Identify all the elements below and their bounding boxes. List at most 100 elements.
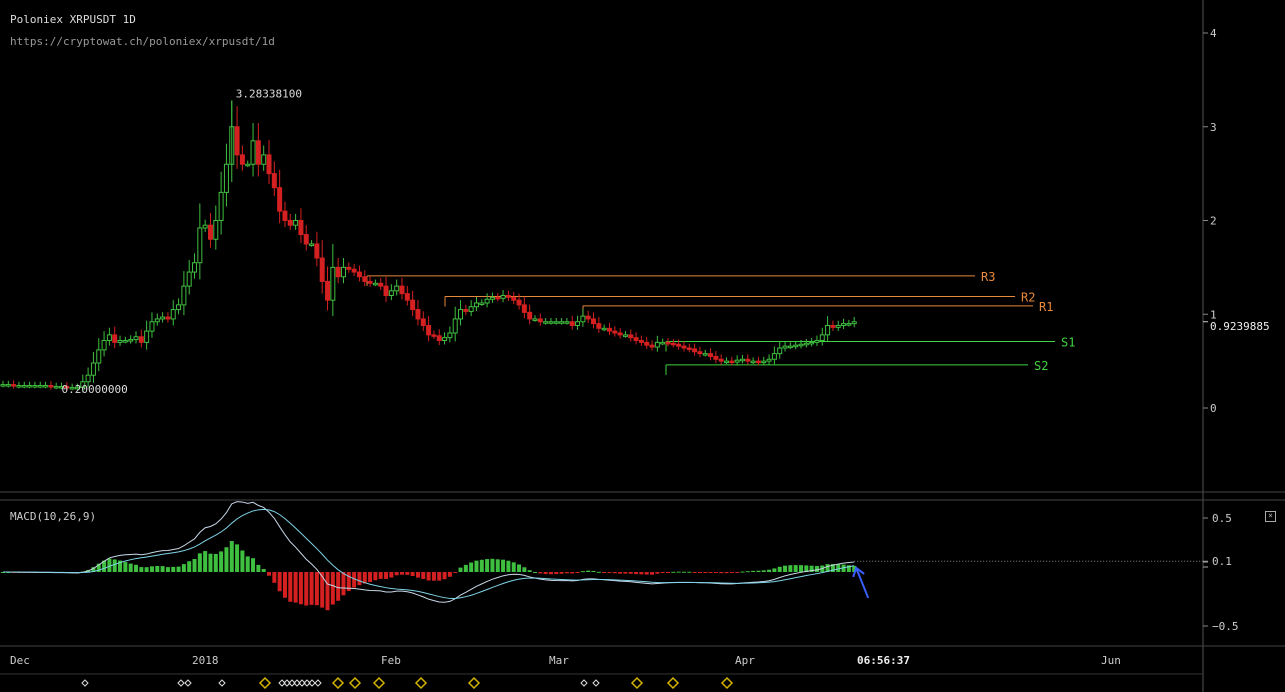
macd-histogram-bar [735, 572, 740, 573]
event-markers[interactable] [81, 676, 734, 690]
event-marker[interactable] [218, 679, 226, 687]
candle-body [314, 243, 320, 259]
event-marker-gold[interactable] [467, 676, 481, 690]
macd-histogram-bar [575, 572, 580, 573]
candle-body [692, 348, 698, 353]
event-marker-gold[interactable] [331, 676, 345, 690]
candle-body [0, 384, 6, 387]
macd-histogram-bar [490, 558, 495, 572]
macd-histogram-bar [591, 570, 596, 572]
candle-body [841, 323, 847, 326]
macd-histogram-bar [564, 572, 569, 574]
macd-histogram-bar [336, 572, 341, 601]
chart-url[interactable]: https://cryptowat.ch/poloniex/xrpusdt/1d [10, 35, 275, 48]
candle-body [612, 330, 618, 334]
macd-histogram-bar [559, 572, 564, 574]
macd-histogram-bar [745, 571, 750, 573]
event-marker-gold[interactable] [372, 676, 386, 690]
candle-body [670, 342, 676, 346]
candle-body [117, 340, 123, 343]
macd-histogram-bar [793, 565, 798, 572]
macd-histogram-bar [453, 572, 458, 573]
level-label: S1 [1061, 335, 1075, 349]
macd-histogram-bar [767, 569, 772, 572]
candle-body [495, 296, 501, 300]
candle-body [819, 334, 825, 341]
event-marker[interactable] [81, 679, 89, 687]
macd-histogram-bar [405, 572, 410, 575]
candle-body [101, 340, 107, 351]
macd-histogram-bar [272, 572, 277, 583]
event-marker[interactable] [580, 679, 588, 687]
candle-body [463, 309, 469, 312]
event-marker[interactable] [314, 679, 322, 687]
macd-histogram-bar [458, 567, 463, 572]
macd-y-tick-label: −0.5 [1212, 620, 1239, 633]
candle-body [750, 360, 756, 364]
candle-body [676, 343, 682, 347]
macd-histogram-bar [713, 572, 718, 573]
candle-body [532, 318, 538, 321]
candle-body [569, 321, 575, 326]
macd-histogram-bar [213, 553, 218, 572]
candle-body [771, 353, 777, 360]
macd-histogram-bar [618, 572, 623, 574]
macd-histogram-bar [522, 567, 527, 572]
macd-histogram-bar [149, 566, 154, 572]
close-icon[interactable]: × [1265, 511, 1276, 522]
event-marker-gold[interactable] [720, 676, 734, 690]
event-marker[interactable] [177, 679, 185, 687]
macd-histogram-bar [288, 572, 293, 602]
macd-histogram-bar [298, 572, 303, 605]
macd-histogram-bar [548, 572, 553, 575]
candle-body [718, 358, 724, 362]
macd-histogram-bar [495, 559, 500, 572]
candle-body [287, 220, 293, 226]
last-price-label: 0.9239885 [1210, 320, 1270, 333]
event-marker[interactable] [592, 679, 600, 687]
candle-body [192, 262, 198, 273]
candle-body [5, 384, 11, 387]
macd-histogram-bar [719, 572, 724, 574]
macd-histogram-bar [687, 571, 692, 573]
candle-body [686, 347, 692, 350]
macd-histogram-bar [644, 572, 649, 575]
candle-body [787, 345, 793, 349]
candle-body [644, 341, 650, 346]
candle-body [543, 321, 549, 324]
macd-histogram-bar [756, 570, 761, 572]
candle-body [128, 339, 134, 342]
macd-histogram-bar [554, 572, 559, 575]
macd-indicator [1, 501, 1203, 611]
macd-histogram-bar [389, 572, 394, 578]
event-marker[interactable] [184, 679, 192, 687]
candle-body [388, 290, 394, 296]
low-label: 0.20000000 [62, 383, 128, 396]
candle-body [660, 341, 666, 345]
macd-histogram-bar [517, 564, 522, 572]
level-label: R3 [981, 270, 995, 284]
candle-body [309, 243, 315, 246]
event-marker-gold[interactable] [666, 676, 680, 690]
candle-body [261, 154, 267, 165]
event-marker-gold[interactable] [414, 676, 428, 690]
event-marker-gold[interactable] [258, 676, 272, 690]
price-chart[interactable]: R3R2R1S1S2 3.283381000.20000000 432100.9… [0, 0, 1285, 692]
macd-histogram-bar [378, 572, 383, 579]
candle-body [43, 385, 49, 388]
macd-histogram-bar [479, 559, 484, 572]
candle-body [16, 385, 22, 388]
macd-histogram-bar [128, 563, 133, 572]
macd-histogram-bar [267, 572, 271, 576]
macd-histogram-bar [660, 572, 665, 573]
event-marker-gold[interactable] [348, 676, 362, 690]
candle-body [362, 276, 368, 282]
time-axis-label: Jun [1101, 654, 1121, 667]
time-axis-label: Apr [735, 654, 755, 667]
candle-body [601, 327, 607, 331]
candle-body [346, 266, 352, 270]
high-label: 3.28338100 [236, 88, 302, 101]
time-axis-label: Feb [381, 654, 401, 667]
candle-body [575, 321, 581, 326]
event-marker-gold[interactable] [630, 676, 644, 690]
